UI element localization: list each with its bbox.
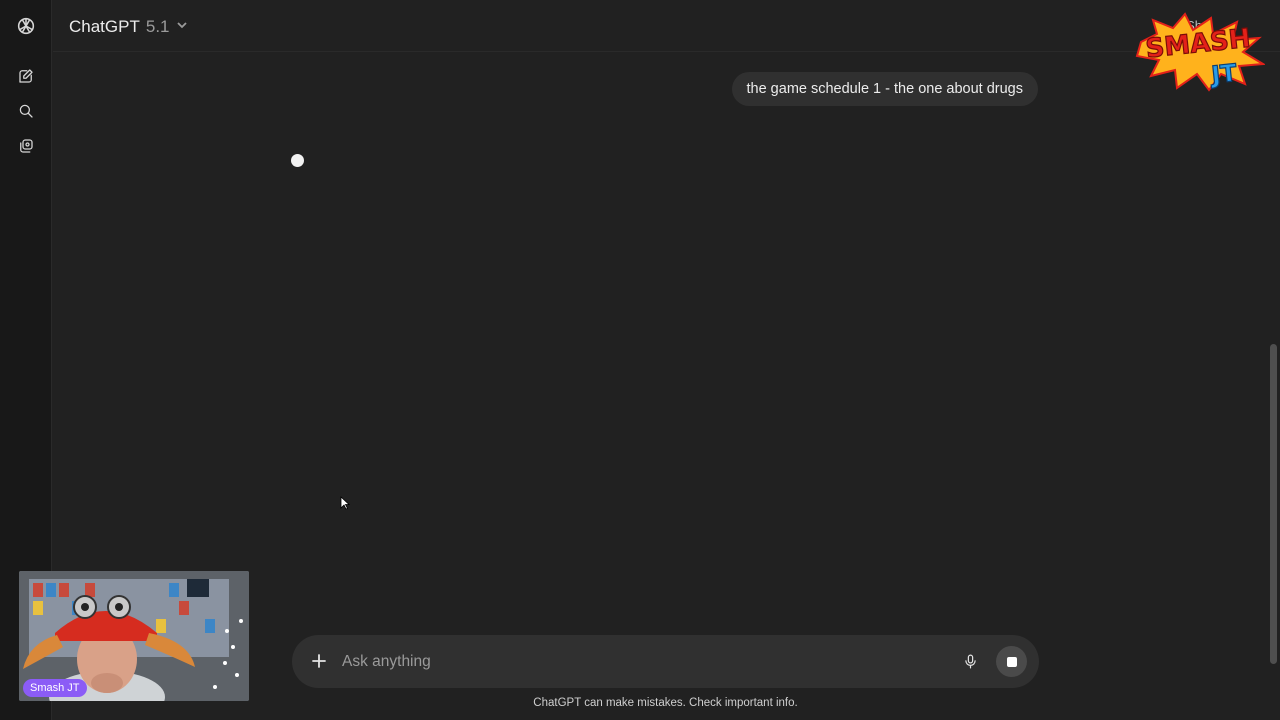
stop-icon [1006,656,1017,667]
library-icon[interactable] [14,134,38,158]
openai-logo-icon[interactable] [14,14,38,38]
streamer-name-tag: Smash JT [23,679,87,697]
stream-logo-overlay: SMASH JT [1133,12,1267,92]
new-chat-icon[interactable] [14,64,38,88]
top-header: ChatGPT 5.1 Sh [53,0,1280,52]
model-name: ChatGPT [69,17,140,36]
chevron-down-icon [176,18,188,36]
composer [292,635,1039,688]
stop-button[interactable] [996,646,1027,677]
logo-text-jt: JT [1208,59,1239,90]
model-selector-button[interactable]: ChatGPT 5.1 [69,15,188,39]
plus-icon[interactable] [308,650,330,672]
webcam-overlay: Smash JT [19,571,249,701]
user-message-bubble: the game schedule 1 - the one about drug… [731,72,1038,106]
scrollbar-thumb[interactable] [1270,344,1277,664]
user-message-text: the game schedule 1 - the one about drug… [746,81,1024,97]
disclaimer-text: ChatGPT can make mistakes. Check importa… [533,697,798,709]
mouse-cursor-icon [340,496,350,510]
microphone-icon[interactable] [959,650,981,672]
scrollbar[interactable] [1268,52,1280,712]
smash-jt-logo: SMASH JT [1135,12,1267,92]
search-icon[interactable] [14,99,38,123]
thinking-indicator [291,154,304,167]
prompt-input[interactable] [342,648,942,676]
model-version: 5.1 [145,17,170,36]
